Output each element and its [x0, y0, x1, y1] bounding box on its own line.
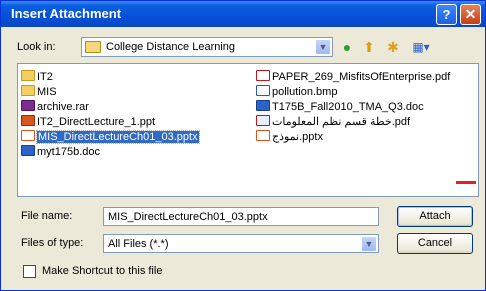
close-button[interactable]: ✕	[460, 4, 481, 25]
list-item[interactable]: PAPER_269_MisfitsOfEnterprise.pdf	[256, 70, 450, 83]
pdf-file-icon	[256, 115, 270, 126]
file-list[interactable]: IT2 MIS archive.rar IT2_DirectLecture_1.…	[17, 63, 479, 197]
doc-file-icon	[256, 100, 270, 111]
attach-button[interactable]: Attach	[397, 206, 473, 227]
files-of-type-value: All Files (*.*)	[108, 238, 169, 250]
make-shortcut-checkbox[interactable]	[23, 265, 36, 278]
new-folder-icon[interactable]: ✱	[383, 37, 403, 57]
back-icon[interactable]: ●	[337, 37, 357, 57]
look-in-label: Look in:	[17, 41, 56, 53]
insert-attachment-dialog: Insert Attachment ? ✕ Look in: College D…	[0, 0, 486, 291]
file-name-label: File name:	[21, 210, 73, 222]
list-item[interactable]: نموذج.pptx	[256, 130, 323, 143]
make-shortcut-label: Make Shortcut to this file	[42, 265, 163, 277]
folder-icon	[85, 41, 101, 53]
pptx-file-icon	[21, 130, 35, 141]
list-item[interactable]: IT2_DirectLecture_1.ppt	[21, 115, 155, 128]
list-item[interactable]: IT2	[21, 70, 53, 83]
bmp-file-icon	[256, 85, 270, 96]
files-of-type-select[interactable]: All Files (*.*) ▼	[103, 234, 379, 253]
file-name-input[interactable]: MIS_DirectLectureCh01_03.pptx	[103, 207, 379, 226]
folder-icon	[21, 70, 35, 81]
list-item[interactable]: خطة قسم نظم المعلومات.pdf	[256, 115, 410, 128]
doc-file-icon	[21, 145, 35, 156]
list-item[interactable]: T175B_Fall2010_TMA_Q3.doc	[256, 100, 424, 113]
cancel-button[interactable]: Cancel	[397, 233, 473, 254]
chevron-down-icon[interactable]: ▼	[361, 236, 377, 252]
red-annotation-line	[456, 181, 476, 184]
list-item[interactable]: MIS	[21, 85, 57, 98]
look-in-value: College Distance Learning	[106, 41, 236, 53]
up-folder-icon[interactable]: ⬆	[359, 37, 379, 57]
files-of-type-label: Files of type:	[21, 237, 84, 249]
folder-icon	[21, 85, 35, 96]
pdf-file-icon	[256, 70, 270, 81]
ppt-file-icon	[21, 115, 35, 126]
list-item[interactable]: myt175b.doc	[21, 145, 100, 158]
help-button[interactable]: ?	[436, 4, 457, 25]
pptx-file-icon	[256, 130, 270, 141]
title-bar: Insert Attachment ? ✕	[1, 1, 485, 27]
list-item-selected[interactable]: MIS_DirectLectureCh01_03.pptx	[21, 130, 200, 144]
views-menu-icon[interactable]: ▦▾	[407, 37, 435, 57]
rar-file-icon	[21, 100, 35, 111]
list-item[interactable]: archive.rar	[21, 100, 89, 113]
list-item[interactable]: pollution.bmp	[256, 85, 337, 98]
dialog-title: Insert Attachment	[11, 6, 122, 21]
look-in-combo[interactable]: College Distance Learning ▼	[81, 37, 333, 57]
chevron-down-icon[interactable]: ▼	[315, 39, 331, 55]
